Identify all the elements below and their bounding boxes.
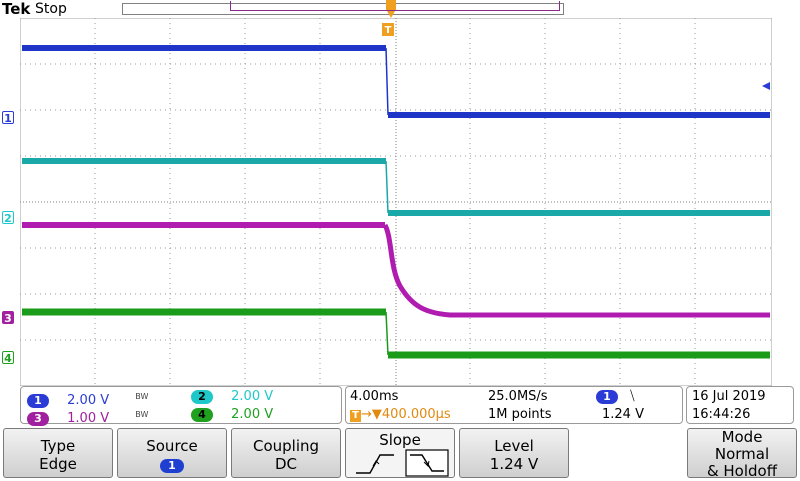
ch3-scale: 1.00 V <box>67 411 110 427</box>
coupling-softkey-title: Coupling <box>252 437 320 455</box>
waveform-display[interactable]: T <box>20 18 772 386</box>
horizontal-readout[interactable]: 4.00ms 25.0MS/s 1 ⧹ T →▼400.000µs 1M poin… <box>345 386 683 424</box>
type-softkey-title: Type <box>40 437 76 455</box>
ch2-badge: 2 <box>191 389 213 404</box>
coupling-softkey-value: DC <box>274 455 298 473</box>
date-label: 16 Jul 2019 <box>692 389 766 404</box>
ch2-scale: 2.00 V <box>231 389 274 404</box>
channel-3-marker[interactable]: 3 <box>2 311 14 325</box>
ch1-bw-limit: BW <box>135 392 149 401</box>
rising-slope-icon <box>356 454 394 474</box>
sample-rate: 25.0MS/s <box>488 389 548 404</box>
ch4-badge: 4 <box>191 407 213 422</box>
record-length: 1M points <box>488 407 552 422</box>
coupling-softkey[interactable]: Coupling DC <box>231 428 341 478</box>
delay-readout: T →▼400.000µs <box>350 407 451 423</box>
ch4-readout[interactable]: 4 2.00 V <box>191 407 273 423</box>
datetime-readout: 16 Jul 2019 16:44:26 <box>686 386 794 424</box>
time-label: 16:44:26 <box>692 407 751 422</box>
slope-softkey-title: Slope <box>379 431 421 449</box>
ch3-badge: 3 <box>27 411 49 426</box>
source-softkey[interactable]: Source 1 <box>117 428 227 478</box>
mode-softkey[interactable]: Mode Normal & Holdoff <box>687 428 797 480</box>
brand-label: Tek <box>2 0 31 18</box>
time-per-div: 4.00ms <box>350 389 399 404</box>
ch1-badge: 1 <box>27 393 49 408</box>
mode-softkey-title: Mode <box>721 428 763 446</box>
slope-softkey[interactable]: Slope <box>345 428 455 478</box>
source-softkey-value: 1 <box>160 459 184 473</box>
level-softkey[interactable]: Level 1.24 V <box>459 428 569 478</box>
top-status-bar: Tek Stop <box>0 0 800 18</box>
channel-2-marker[interactable]: 2 <box>2 211 14 225</box>
source-softkey-title: Source <box>146 437 198 455</box>
trigger-level-readout: 1.24 V <box>602 407 644 422</box>
ch4-scale: 2.00 V <box>231 407 274 422</box>
vertical-readout[interactable]: 1 2.00 V BW 2 2.00 V 3 1.00 V BW 4 2.00 … <box>20 386 342 427</box>
horizontal-delay: ▼400.000µs <box>371 407 451 422</box>
softkey-bar: Type Edge Source 1 Coupling DC Slope Lev… <box>0 426 800 480</box>
type-softkey-value: Edge <box>39 455 77 473</box>
trigger-time-marker-label: T <box>385 25 392 36</box>
ch3-readout[interactable]: 3 1.00 V BW <box>27 407 148 427</box>
mode-softkey-value: Normal <box>714 445 770 463</box>
mode-softkey-value-2: & Holdoff <box>706 462 778 480</box>
ch3-bw-limit: BW <box>135 410 149 419</box>
trigger-delay-icon: T <box>350 410 361 422</box>
level-softkey-value: 1.24 V <box>489 455 539 473</box>
type-softkey[interactable]: Type Edge <box>3 428 113 478</box>
trigger-source-badge: 1 <box>596 389 618 404</box>
trigger-readout: 1 ⧹ <box>596 389 635 405</box>
channel-4-marker[interactable]: 4 <box>2 351 14 365</box>
trigger-slope-icon: ⧹ <box>630 389 635 404</box>
channel-1-marker[interactable]: 1 <box>2 111 14 125</box>
ch2-readout[interactable]: 2 2.00 V <box>191 389 273 405</box>
level-softkey-title: Level <box>494 437 534 455</box>
slope-options <box>356 449 449 477</box>
acquisition-state: Stop <box>35 1 67 17</box>
